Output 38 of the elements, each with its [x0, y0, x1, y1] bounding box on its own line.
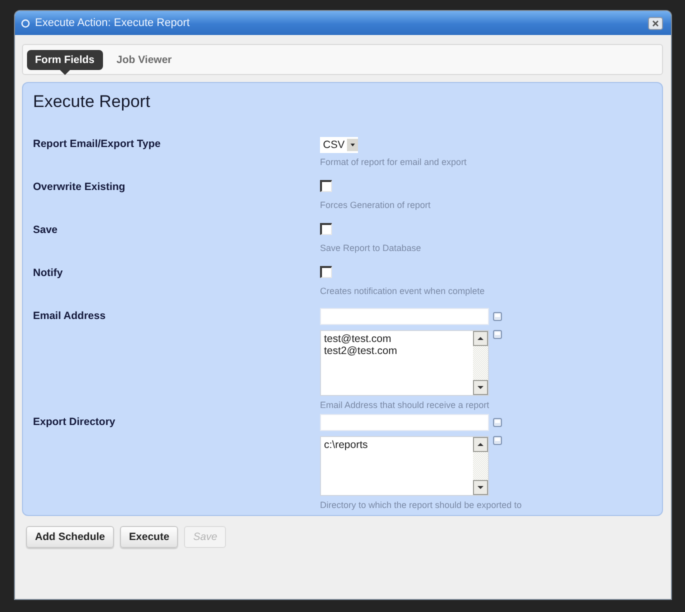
- field-hint: Email Address that should receive a report: [320, 399, 490, 411]
- action-button[interactable]: Add Schedule: [26, 526, 114, 548]
- list-entry[interactable]: test@test.com: [324, 333, 392, 345]
- checkbox[interactable]: [320, 266, 332, 278]
- scrollbar[interactable]: [473, 331, 488, 395]
- input-field[interactable]: [320, 308, 489, 325]
- list-field[interactable]: c:\reports: [320, 436, 489, 496]
- field-hint: Forces Generation of report: [320, 199, 431, 211]
- list-field[interactable]: test@test.com test2@test.com: [320, 330, 489, 396]
- field-hint: Directory to which the report should be exported to: [320, 499, 522, 511]
- list-entry[interactable]: c:\reports: [324, 439, 368, 451]
- field-hint: Save Report to Database: [320, 242, 422, 254]
- field-label: Email Address: [33, 309, 106, 324]
- square-icon[interactable]: [493, 330, 502, 339]
- field-hint: Format of report for email and export: [320, 156, 467, 168]
- action-button[interactable]: Execute: [120, 526, 178, 548]
- caret-icon: [346, 138, 358, 152]
- field-label: Overwrite Existing: [33, 180, 126, 195]
- field-label: Report Email/Export Type: [33, 137, 161, 152]
- field-hint: Creates notification event when complete: [320, 285, 485, 297]
- form-heading: Execute Report: [33, 91, 152, 113]
- tab[interactable]: Job Viewer: [108, 50, 180, 75]
- window-title: Execute Action: Execute Report: [35, 17, 190, 29]
- field-label: Save: [33, 223, 58, 238]
- input-field[interactable]: [320, 414, 489, 431]
- field-label: Export Directory: [33, 415, 116, 430]
- circle-icon: [21, 18, 30, 28]
- close-icon[interactable]: [648, 16, 663, 30]
- square-icon[interactable]: [493, 436, 502, 445]
- list-entry[interactable]: test2@test.com: [324, 345, 398, 357]
- tab[interactable]: Form Fields: [27, 50, 103, 75]
- square-icon[interactable]: [493, 418, 502, 427]
- field-label: Notify: [33, 266, 63, 281]
- checkbox[interactable]: [320, 223, 332, 235]
- checkbox[interactable]: [320, 180, 332, 192]
- square-icon[interactable]: [493, 312, 502, 321]
- scrollbar[interactable]: [473, 437, 488, 495]
- format-select[interactable]: CSV: [320, 136, 358, 152]
